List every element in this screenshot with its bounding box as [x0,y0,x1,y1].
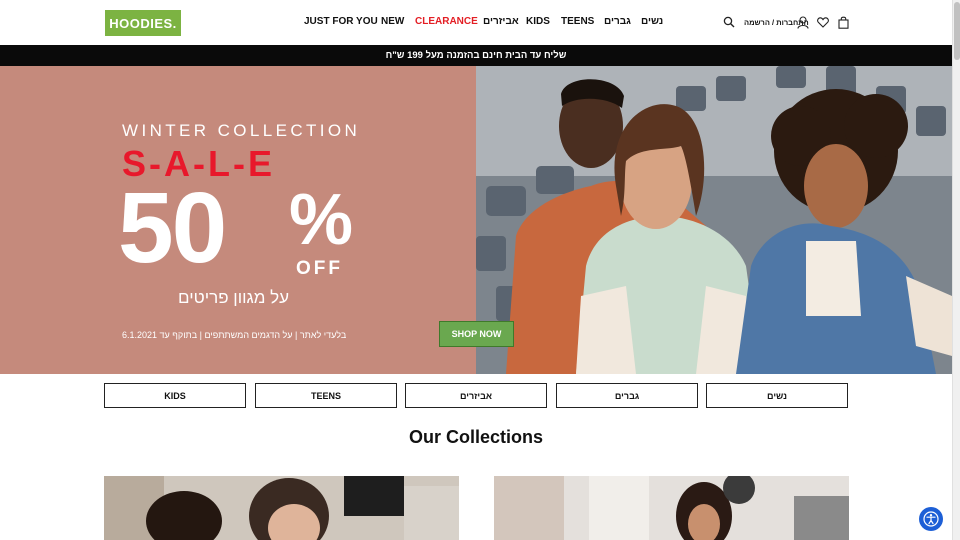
collection-card-right[interactable] [494,476,849,540]
collections-title: Our Collections [408,427,543,447]
category-accessories[interactable]: אביזרים [405,383,547,408]
collection-image-right [494,476,849,540]
promo-text: שליח עד הבית חינם בהזמנה מעל 199 ש"ח [385,50,567,61]
hero-banner[interactable]: WINTER COLLECTION S-A-L-E 50 % OFF על מג… [0,66,952,374]
hero-percent-sign: % [289,180,354,260]
page-scrollbar[interactable] [952,0,960,540]
scrollbar-thumb[interactable] [954,2,960,60]
accessibility-button[interactable] [919,507,943,531]
nav-women[interactable]: נשים [641,16,663,27]
search-icon[interactable] [722,15,736,29]
hero-winter-collection: WINTER COLLECTION [122,121,361,140]
shop-now-button[interactable]: SHOP NOW [439,321,514,347]
hero-subtitle: על מגוון פריטים [178,288,290,307]
logo[interactable]: HOODIES. [105,10,181,36]
heart-icon[interactable] [816,15,830,29]
nav-new[interactable]: NEW [381,16,404,27]
nav-accessories[interactable]: אביזרים [483,16,519,27]
collection-image-left [104,476,459,540]
category-kids[interactable]: KIDS [104,383,246,408]
hero-off: OFF [296,258,343,279]
category-men[interactable]: גברים [556,383,698,408]
category-women[interactable]: נשים [706,383,848,408]
nav-kids[interactable]: KIDS [526,16,550,27]
shipping-promo-bar: שליח עד הבית חינם בהזמנה מעל 199 ש"ח [0,45,952,66]
nav-clearance[interactable]: CLEARANCE [415,16,478,27]
nav-teens[interactable]: TEENS [561,16,594,27]
nav-men[interactable]: גברים [604,16,631,27]
hero-photo [476,66,952,374]
category-teens[interactable]: TEENS [255,383,397,408]
hero-models-image [476,66,952,374]
accessibility-icon [923,511,939,527]
hero-text-panel: WINTER COLLECTION S-A-L-E 50 % OFF על מג… [0,66,476,374]
site-header: HOODIES. JUST FOR YOU NEW CLEARANCE אביז… [0,0,952,45]
nav-just-for-you[interactable]: JUST FOR YOU [304,16,378,27]
hero-discount-value: 50 [118,172,227,284]
user-icon[interactable] [796,15,810,29]
hero-fine-print: בלעדי לאתר | על הדגמים המשתתפים | בתוקף … [122,330,347,340]
collection-card-left[interactable] [104,476,459,540]
bag-icon[interactable] [836,15,850,29]
